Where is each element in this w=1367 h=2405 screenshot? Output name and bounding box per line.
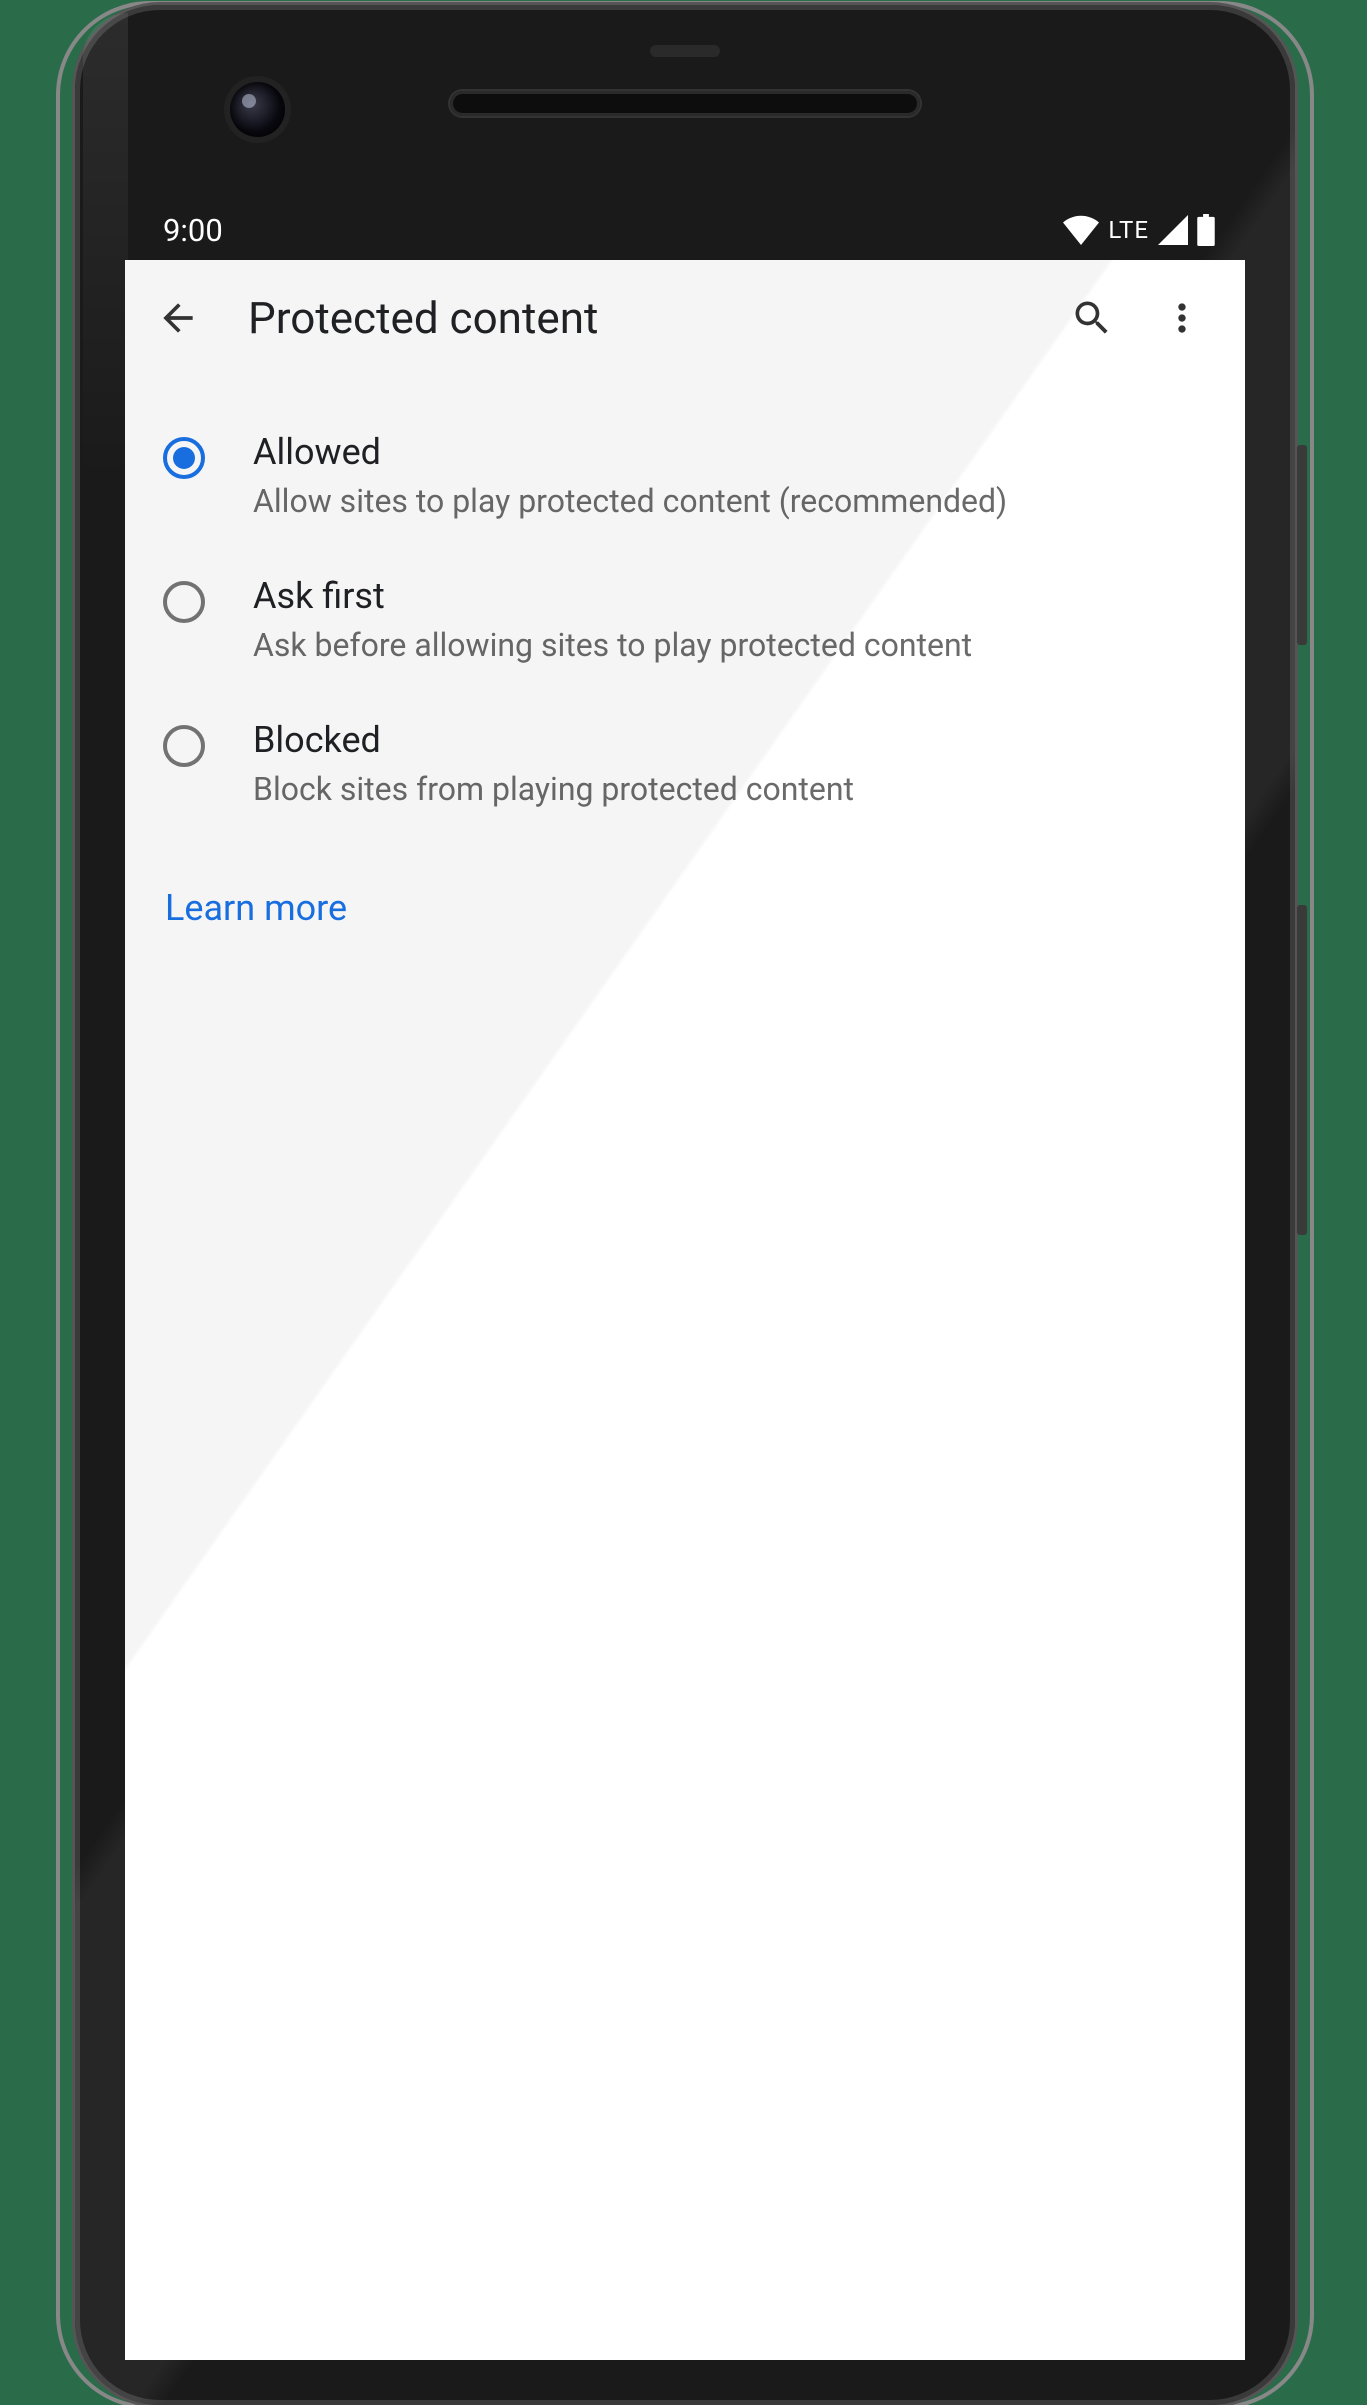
- radio-icon: [163, 437, 205, 479]
- option-title: Allowed: [253, 429, 1207, 476]
- status-time: 9:00: [163, 212, 223, 249]
- earpiece-speaker: [450, 91, 920, 116]
- search-button[interactable]: [1067, 293, 1117, 343]
- glass-reflection: [83, 13, 128, 483]
- status-bar: 9:00 LTE: [125, 200, 1245, 260]
- radio-icon: [163, 581, 205, 623]
- option-description: Allow sites to play protected content (r…: [253, 480, 1207, 523]
- option-ask-first[interactable]: Ask first Ask before allowing sites to p…: [125, 549, 1245, 693]
- search-icon: [1070, 296, 1114, 340]
- option-description: Block sites from playing protected conte…: [253, 768, 1207, 811]
- network-label: LTE: [1108, 216, 1149, 244]
- option-title: Ask first: [253, 573, 1207, 620]
- page-title: Protected content: [248, 292, 1067, 344]
- option-blocked[interactable]: Blocked Block sites from playing protect…: [125, 693, 1245, 837]
- front-camera: [230, 82, 285, 137]
- back-button[interactable]: [153, 293, 203, 343]
- wifi-icon: [1062, 215, 1100, 245]
- option-allowed[interactable]: Allowed Allow sites to play protected co…: [125, 405, 1245, 549]
- app-bar: Protected content: [125, 260, 1245, 375]
- battery-icon: [1197, 214, 1215, 246]
- learn-more-link[interactable]: Learn more: [125, 837, 387, 979]
- proximity-sensor: [650, 45, 720, 57]
- more-vert-icon: [1160, 296, 1204, 340]
- cellular-signal-icon: [1157, 215, 1189, 245]
- screen: Protected content Allowed Allow sites to…: [125, 260, 1245, 2360]
- radio-icon: [163, 725, 205, 767]
- option-description: Ask before allowing sites to play protec…: [253, 624, 1207, 667]
- power-button: [1297, 445, 1307, 645]
- phone-frame: 9:00 LTE Protected content: [75, 5, 1295, 2405]
- arrow-left-icon: [156, 296, 200, 340]
- options-list: Allowed Allow sites to play protected co…: [125, 375, 1245, 837]
- option-title: Blocked: [253, 717, 1207, 764]
- status-icons: LTE: [1062, 214, 1215, 246]
- volume-rocker: [1297, 905, 1307, 1235]
- overflow-menu-button[interactable]: [1157, 293, 1207, 343]
